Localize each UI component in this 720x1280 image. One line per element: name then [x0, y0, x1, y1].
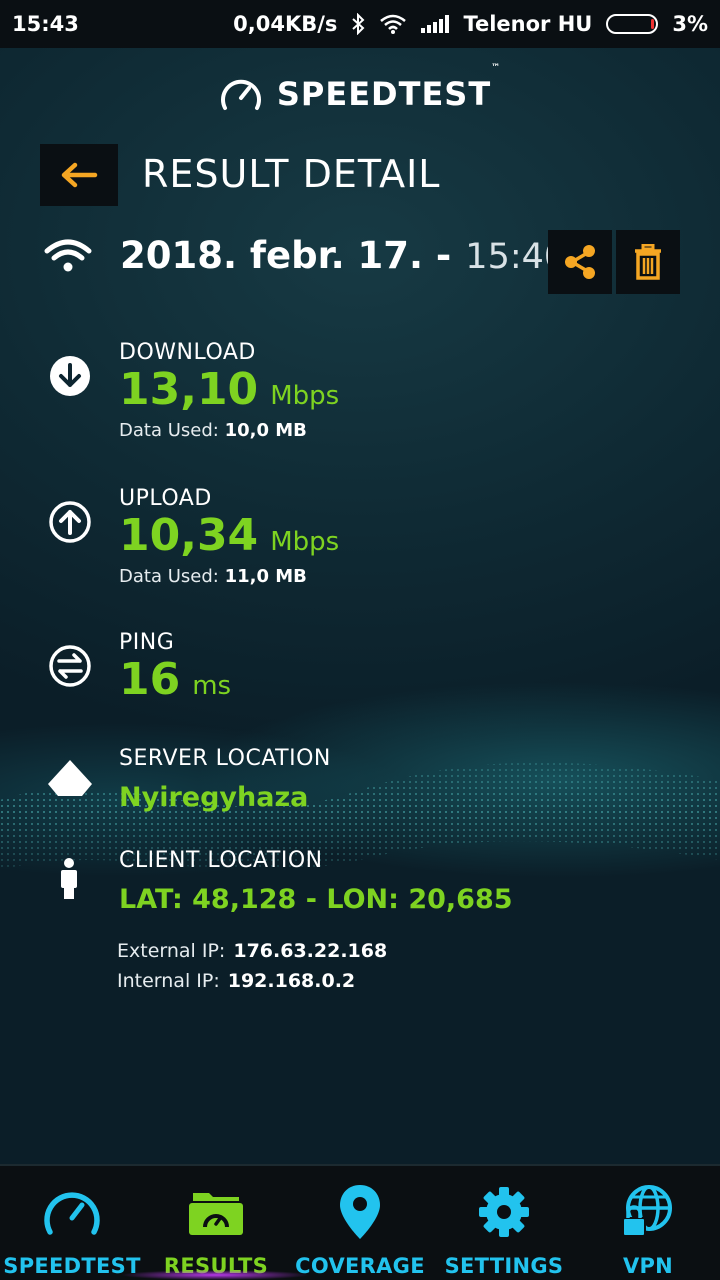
internal-ip-label: Internal IP: — [117, 970, 220, 992]
active-tab-indicator — [120, 1270, 310, 1280]
app-screen: 15:43 0,04KB/s Telenor HU 3% SPEEDTEST™ … — [0, 0, 720, 1280]
download-unit: Mbps — [270, 381, 340, 411]
location-pin-icon — [340, 1185, 380, 1239]
upload-data-used: Data Used: 11,0 MB — [119, 566, 307, 587]
speedometer-logo-icon — [220, 79, 261, 110]
upload-icon — [49, 501, 91, 543]
status-bar: 15:43 0,04KB/s Telenor HU 3% — [0, 0, 720, 48]
net-speed: 0,04KB/s — [233, 12, 338, 36]
internal-ip-value: 192.168.0.2 — [227, 970, 356, 992]
status-time: 15:43 — [12, 12, 79, 36]
server-location-label: SERVER LOCATION — [119, 746, 331, 771]
back-button[interactable] — [40, 144, 118, 206]
internal-ip-row: Internal IP: 192.168.0.2 — [117, 970, 355, 992]
nav-speedtest[interactable]: SPEEDTEST — [0, 1166, 144, 1280]
share-icon — [565, 245, 595, 279]
share-button[interactable] — [548, 230, 612, 294]
trash-icon — [635, 244, 661, 280]
vpn-globe-lock-icon — [622, 1185, 672, 1237]
gear-icon — [479, 1187, 529, 1237]
speedometer-icon — [44, 1192, 100, 1235]
battery-percent: 3% — [672, 12, 708, 36]
page-title: RESULT DETAIL — [142, 152, 441, 196]
download-value-row: 13,10 Mbps — [119, 364, 339, 415]
logo-text: SPEEDTEST™ — [276, 63, 502, 113]
ping-label: PING — [119, 630, 175, 655]
upload-unit: Mbps — [270, 527, 340, 557]
external-ip-row: External IP: 176.63.22.168 — [117, 940, 387, 962]
wifi-status-icon — [380, 14, 407, 34]
result-date-row: 2018. febr. 17. -15:40 — [44, 234, 566, 277]
external-ip-label: External IP: — [117, 940, 226, 962]
results-folder-icon — [189, 1193, 243, 1235]
nav-coverage[interactable]: COVERAGE — [288, 1166, 432, 1280]
wifi-icon — [44, 239, 92, 271]
download-data-used: Data Used: 10,0 MB — [119, 420, 307, 441]
nav-settings-label: SETTINGS — [444, 1254, 564, 1278]
upload-label: UPLOAD — [119, 486, 212, 511]
nav-vpn-label: VPN — [622, 1254, 674, 1278]
nav-vpn[interactable]: VPN — [576, 1166, 720, 1280]
signal-icon — [421, 15, 450, 33]
nav-results[interactable]: RESULTS — [144, 1166, 288, 1280]
bottom-nav: SPEEDTEST RESULTS COVERAGE SETTINGS VPN — [0, 1164, 720, 1280]
upload-value: 10,34 — [119, 510, 259, 561]
download-icon — [50, 356, 90, 396]
ping-unit: ms — [192, 671, 232, 701]
client-location-label: CLIENT LOCATION — [119, 848, 323, 873]
server-icon — [48, 760, 92, 796]
download-value: 13,10 — [119, 364, 259, 415]
ping-value: 16 — [119, 654, 181, 705]
delete-button[interactable] — [616, 230, 680, 294]
battery-icon — [606, 14, 659, 34]
download-label: DOWNLOAD — [119, 340, 256, 365]
person-icon — [61, 858, 77, 899]
nav-settings[interactable]: SETTINGS — [432, 1166, 576, 1280]
arrow-left-icon — [61, 162, 98, 188]
bluetooth-icon — [352, 13, 365, 35]
ping-value-row: 16 ms — [119, 654, 231, 705]
server-location-value: Nyiregyhaza — [119, 782, 309, 813]
nav-coverage-label: COVERAGE — [295, 1254, 425, 1278]
external-ip-value: 176.63.22.168 — [233, 940, 388, 962]
result-date: 2018. febr. 17. -15:40 — [120, 234, 567, 277]
speedtest-logo: SPEEDTEST™ — [0, 63, 720, 114]
upload-value-row: 10,34 Mbps — [119, 510, 339, 561]
wave-background — [0, 762, 720, 870]
client-location-value: LAT: 48,128 - LON: 20,685 — [119, 884, 513, 915]
carrier-name: Telenor HU — [463, 12, 593, 36]
ping-icon — [49, 645, 91, 687]
